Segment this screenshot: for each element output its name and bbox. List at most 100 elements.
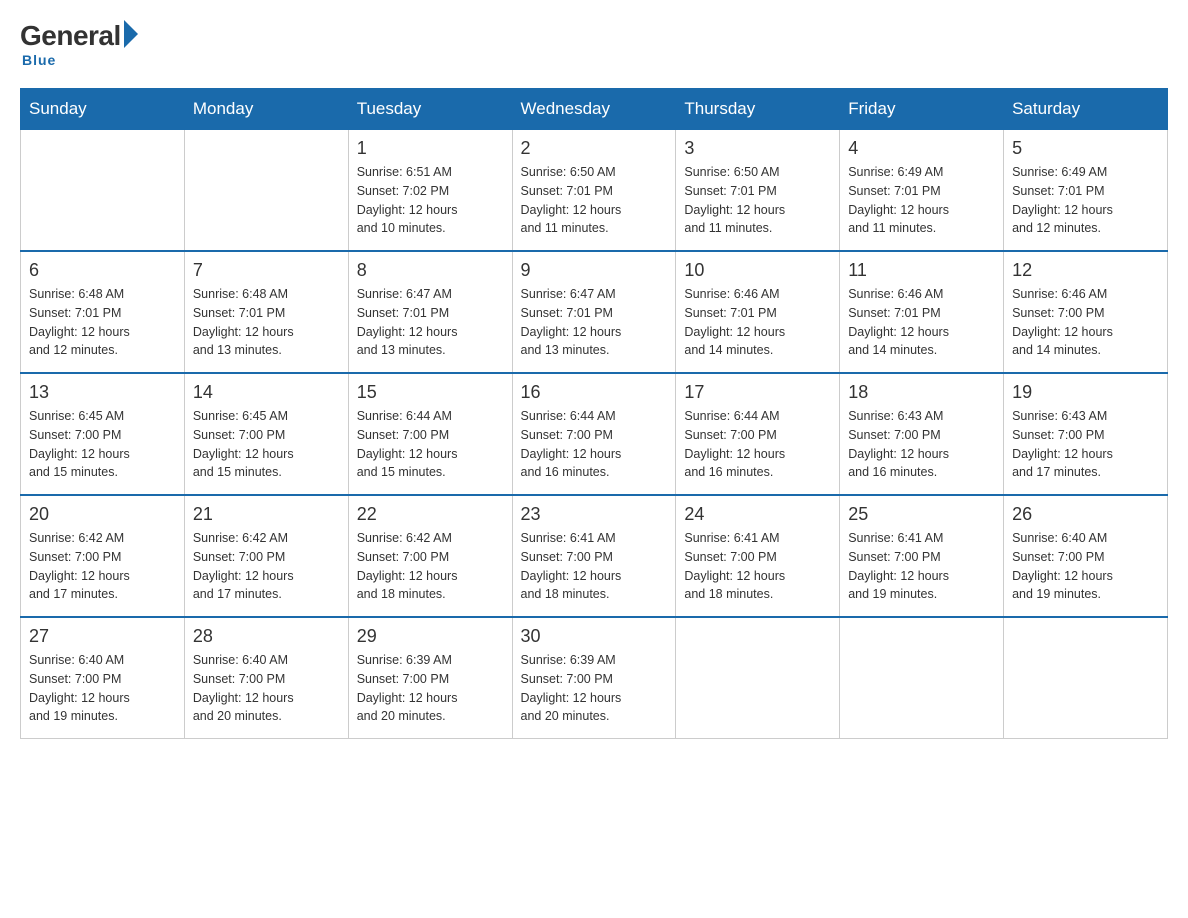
calendar-cell: 3 Sunrise: 6:50 AM Sunset: 7:01 PM Daylig…: [676, 130, 840, 252]
calendar-cell: 16 Sunrise: 6:44 AM Sunset: 7:00 PM Dayli…: [512, 373, 676, 495]
day-number: 6: [29, 260, 176, 281]
calendar-cell: 6 Sunrise: 6:48 AM Sunset: 7:01 PM Daylig…: [21, 251, 185, 373]
calendar-week-row: 27 Sunrise: 6:40 AM Sunset: 7:00 PM Dayli…: [21, 617, 1168, 739]
calendar-cell: 25 Sunrise: 6:41 AM Sunset: 7:00 PM Dayli…: [840, 495, 1004, 617]
day-info: Sunrise: 6:45 AM Sunset: 7:00 PM Dayligh…: [193, 407, 340, 482]
day-number: 19: [1012, 382, 1159, 403]
day-number: 18: [848, 382, 995, 403]
day-info: Sunrise: 6:42 AM Sunset: 7:00 PM Dayligh…: [357, 529, 504, 604]
day-info: Sunrise: 6:41 AM Sunset: 7:00 PM Dayligh…: [848, 529, 995, 604]
calendar-cell: 4Sunrise: 6:49 AM Sunset: 7:01 PM Daylig…: [840, 130, 1004, 252]
calendar-week-row: 1 Sunrise: 6:51 AM Sunset: 7:02 PM Daylig…: [21, 130, 1168, 252]
calendar-cell: 5 Sunrise: 6:49 AM Sunset: 7:01 PM Daylig…: [1004, 130, 1168, 252]
day-of-week-header: Monday: [184, 89, 348, 130]
day-info: Sunrise: 6:40 AM Sunset: 7:00 PM Dayligh…: [1012, 529, 1159, 604]
calendar-cell: 27Sunrise: 6:40 AM Sunset: 7:00 PM Dayli…: [21, 617, 185, 739]
calendar-cell: 8 Sunrise: 6:47 AM Sunset: 7:01 PM Daylig…: [348, 251, 512, 373]
day-info: Sunrise: 6:50 AM Sunset: 7:01 PM Dayligh…: [521, 163, 668, 238]
day-number: 16: [521, 382, 668, 403]
calendar-cell: [840, 617, 1004, 739]
day-number: 13: [29, 382, 176, 403]
logo-triangle-icon: [124, 20, 138, 48]
day-info: Sunrise: 6:42 AM Sunset: 7:00 PM Dayligh…: [29, 529, 176, 604]
day-number: 10: [684, 260, 831, 281]
day-number: 28: [193, 626, 340, 647]
calendar-cell: 26 Sunrise: 6:40 AM Sunset: 7:00 PM Dayli…: [1004, 495, 1168, 617]
calendar-cell: 12 Sunrise: 6:46 AM Sunset: 7:00 PM Dayli…: [1004, 251, 1168, 373]
day-info: Sunrise: 6:48 AM Sunset: 7:01 PM Dayligh…: [29, 285, 176, 360]
day-number: 4: [848, 138, 995, 159]
day-number: 2: [521, 138, 668, 159]
calendar-cell: [1004, 617, 1168, 739]
day-info: Sunrise: 6:48 AM Sunset: 7:01 PM Dayligh…: [193, 285, 340, 360]
day-info: Sunrise: 6:41 AM Sunset: 7:00 PM Dayligh…: [521, 529, 668, 604]
day-number: 29: [357, 626, 504, 647]
calendar-cell: [21, 130, 185, 252]
day-number: 17: [684, 382, 831, 403]
calendar-cell: 1 Sunrise: 6:51 AM Sunset: 7:02 PM Daylig…: [348, 130, 512, 252]
day-info: Sunrise: 6:50 AM Sunset: 7:01 PM Dayligh…: [684, 163, 831, 238]
day-info: Sunrise: 6:43 AM Sunset: 7:00 PM Dayligh…: [848, 407, 995, 482]
day-info: Sunrise: 6:44 AM Sunset: 7:00 PM Dayligh…: [521, 407, 668, 482]
day-of-week-header: Tuesday: [348, 89, 512, 130]
day-info: Sunrise: 6:46 AM Sunset: 7:01 PM Dayligh…: [684, 285, 831, 360]
day-number: 25: [848, 504, 995, 525]
day-number: 1: [357, 138, 504, 159]
calendar-cell: 13 Sunrise: 6:45 AM Sunset: 7:00 PM Dayli…: [21, 373, 185, 495]
calendar-cell: 2 Sunrise: 6:50 AM Sunset: 7:01 PM Daylig…: [512, 130, 676, 252]
day-of-week-header: Friday: [840, 89, 1004, 130]
day-number: 14: [193, 382, 340, 403]
day-info: Sunrise: 6:44 AM Sunset: 7:00 PM Dayligh…: [684, 407, 831, 482]
calendar-cell: 15Sunrise: 6:44 AM Sunset: 7:00 PM Dayli…: [348, 373, 512, 495]
logo-blue-text: Blue: [22, 52, 56, 68]
day-info: Sunrise: 6:45 AM Sunset: 7:00 PM Dayligh…: [29, 407, 176, 482]
calendar-cell: 29 Sunrise: 6:39 AM Sunset: 7:00 PM Dayli…: [348, 617, 512, 739]
day-number: 15: [357, 382, 504, 403]
calendar-cell: 21Sunrise: 6:42 AM Sunset: 7:00 PM Dayli…: [184, 495, 348, 617]
calendar-table: SundayMondayTuesdayWednesdayThursdayFrid…: [20, 88, 1168, 739]
day-info: Sunrise: 6:39 AM Sunset: 7:00 PM Dayligh…: [357, 651, 504, 726]
calendar-cell: 18 Sunrise: 6:43 AM Sunset: 7:00 PM Dayli…: [840, 373, 1004, 495]
calendar-cell: 9Sunrise: 6:47 AM Sunset: 7:01 PM Daylig…: [512, 251, 676, 373]
calendar-week-row: 13 Sunrise: 6:45 AM Sunset: 7:00 PM Dayli…: [21, 373, 1168, 495]
logo-general-text: General: [20, 20, 121, 52]
day-number: 5: [1012, 138, 1159, 159]
day-info: Sunrise: 6:41 AM Sunset: 7:00 PM Dayligh…: [684, 529, 831, 604]
day-number: 24: [684, 504, 831, 525]
calendar-cell: 17 Sunrise: 6:44 AM Sunset: 7:00 PM Dayli…: [676, 373, 840, 495]
calendar-cell: 19 Sunrise: 6:43 AM Sunset: 7:00 PM Dayli…: [1004, 373, 1168, 495]
day-number: 27: [29, 626, 176, 647]
day-of-week-header: Wednesday: [512, 89, 676, 130]
day-number: 7: [193, 260, 340, 281]
day-info: Sunrise: 6:40 AM Sunset: 7:00 PM Dayligh…: [193, 651, 340, 726]
calendar-cell: 23Sunrise: 6:41 AM Sunset: 7:00 PM Dayli…: [512, 495, 676, 617]
day-info: Sunrise: 6:47 AM Sunset: 7:01 PM Dayligh…: [357, 285, 504, 360]
calendar-week-row: 20 Sunrise: 6:42 AM Sunset: 7:00 PM Dayli…: [21, 495, 1168, 617]
calendar-week-row: 6 Sunrise: 6:48 AM Sunset: 7:01 PM Daylig…: [21, 251, 1168, 373]
day-info: Sunrise: 6:39 AM Sunset: 7:00 PM Dayligh…: [521, 651, 668, 726]
calendar-cell: 20 Sunrise: 6:42 AM Sunset: 7:00 PM Dayli…: [21, 495, 185, 617]
day-number: 8: [357, 260, 504, 281]
calendar-cell: [184, 130, 348, 252]
day-number: 11: [848, 260, 995, 281]
day-number: 12: [1012, 260, 1159, 281]
calendar-cell: 10 Sunrise: 6:46 AM Sunset: 7:01 PM Dayli…: [676, 251, 840, 373]
day-info: Sunrise: 6:51 AM Sunset: 7:02 PM Dayligh…: [357, 163, 504, 238]
day-number: 3: [684, 138, 831, 159]
day-number: 22: [357, 504, 504, 525]
day-number: 20: [29, 504, 176, 525]
calendar-cell: 22 Sunrise: 6:42 AM Sunset: 7:00 PM Dayli…: [348, 495, 512, 617]
day-number: 9: [521, 260, 668, 281]
calendar-header-row: SundayMondayTuesdayWednesdayThursdayFrid…: [21, 89, 1168, 130]
day-of-week-header: Saturday: [1004, 89, 1168, 130]
day-number: 26: [1012, 504, 1159, 525]
day-of-week-header: Thursday: [676, 89, 840, 130]
calendar-cell: 7 Sunrise: 6:48 AM Sunset: 7:01 PM Daylig…: [184, 251, 348, 373]
page-header: General Blue: [20, 20, 1168, 68]
day-info: Sunrise: 6:49 AM Sunset: 7:01 PM Dayligh…: [1012, 163, 1159, 238]
day-number: 30: [521, 626, 668, 647]
day-info: Sunrise: 6:46 AM Sunset: 7:00 PM Dayligh…: [1012, 285, 1159, 360]
calendar-cell: 30 Sunrise: 6:39 AM Sunset: 7:00 PM Dayli…: [512, 617, 676, 739]
day-info: Sunrise: 6:46 AM Sunset: 7:01 PM Dayligh…: [848, 285, 995, 360]
day-info: Sunrise: 6:43 AM Sunset: 7:00 PM Dayligh…: [1012, 407, 1159, 482]
